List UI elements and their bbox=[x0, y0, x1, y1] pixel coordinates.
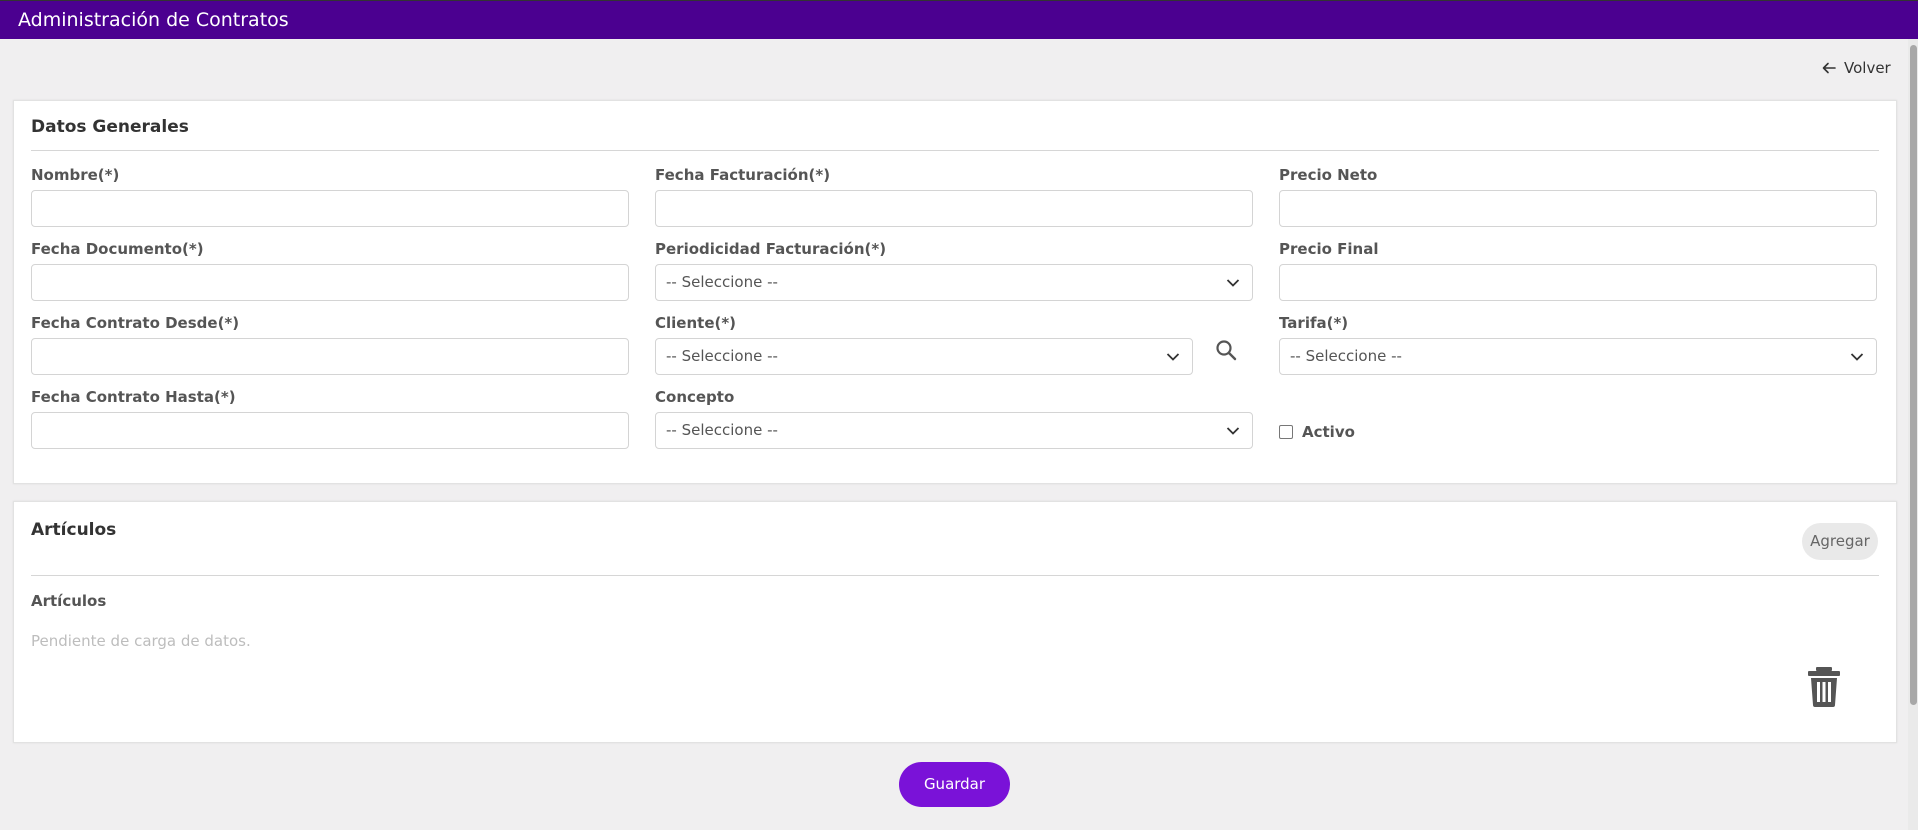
divider bbox=[31, 150, 1879, 151]
concepto-value: -- Seleccione -- bbox=[666, 421, 778, 439]
tarifa-select[interactable]: -- Seleccione -- bbox=[1279, 338, 1877, 375]
activo-label: Activo bbox=[1302, 423, 1355, 441]
general-data-title: Datos Generales bbox=[31, 117, 189, 137]
precio-neto-label: Precio Neto bbox=[1279, 166, 1378, 184]
fecha-documento-label: Fecha Documento(*) bbox=[31, 240, 204, 258]
precio-neto-input[interactable] bbox=[1279, 190, 1877, 227]
concepto-label: Concepto bbox=[655, 388, 735, 406]
empty-state-text: Pendiente de carga de datos. bbox=[31, 632, 251, 650]
concepto-select[interactable]: -- Seleccione -- bbox=[655, 412, 1253, 449]
scrollbar[interactable] bbox=[1908, 39, 1918, 830]
cliente-label: Cliente(*) bbox=[655, 314, 737, 332]
trash-icon bbox=[1808, 667, 1840, 707]
fecha-facturacion-label: Fecha Facturación(*) bbox=[655, 166, 831, 184]
activo-checkbox-row[interactable]: Activo bbox=[1279, 423, 1355, 441]
client-search-button[interactable] bbox=[1212, 336, 1240, 364]
scrollbar-thumb[interactable] bbox=[1910, 45, 1917, 705]
fecha-hasta-label: Fecha Contrato Hasta(*) bbox=[31, 388, 236, 406]
articles-subtitle: Artículos bbox=[31, 592, 107, 610]
nombre-label: Nombre(*) bbox=[31, 166, 120, 184]
periodicidad-label: Periodicidad Facturación(*) bbox=[655, 240, 887, 258]
cliente-select[interactable]: -- Seleccione -- bbox=[655, 338, 1193, 375]
activo-checkbox[interactable] bbox=[1279, 425, 1293, 439]
cliente-value: -- Seleccione -- bbox=[666, 347, 778, 365]
add-article-button[interactable]: Agregar bbox=[1802, 523, 1878, 560]
fecha-hasta-input[interactable] bbox=[31, 412, 629, 449]
save-button[interactable]: Guardar bbox=[899, 762, 1010, 807]
tarifa-label: Tarifa(*) bbox=[1279, 314, 1349, 332]
fecha-desde-input[interactable] bbox=[31, 338, 629, 375]
articles-card: Artículos Agregar Artículos Pendiente de… bbox=[13, 501, 1897, 743]
fecha-facturacion-input[interactable] bbox=[655, 190, 1253, 227]
top-bar: Administración de Contratos bbox=[0, 0, 1918, 39]
chevron-down-icon bbox=[1166, 353, 1180, 361]
back-label: Volver bbox=[1844, 59, 1891, 77]
back-button[interactable]: Volver bbox=[1822, 59, 1891, 77]
delete-button[interactable] bbox=[1806, 667, 1842, 707]
fecha-desde-label: Fecha Contrato Desde(*) bbox=[31, 314, 240, 332]
general-data-card: Datos Generales Nombre(*) Fecha Document… bbox=[13, 100, 1897, 484]
articles-title: Artículos bbox=[31, 520, 117, 540]
chevron-down-icon bbox=[1226, 427, 1240, 435]
precio-final-label: Precio Final bbox=[1279, 240, 1379, 258]
page-title: Administración de Contratos bbox=[18, 9, 289, 31]
search-icon bbox=[1216, 340, 1237, 361]
tarifa-value: -- Seleccione -- bbox=[1290, 347, 1402, 365]
fecha-documento-input[interactable] bbox=[31, 264, 629, 301]
nombre-input[interactable] bbox=[31, 190, 629, 227]
precio-final-input[interactable] bbox=[1279, 264, 1877, 301]
divider bbox=[31, 575, 1879, 576]
arrow-left-icon bbox=[1822, 62, 1836, 74]
periodicidad-value: -- Seleccione -- bbox=[666, 273, 778, 291]
chevron-down-icon bbox=[1226, 279, 1240, 287]
periodicidad-select[interactable]: -- Seleccione -- bbox=[655, 264, 1253, 301]
chevron-down-icon bbox=[1850, 353, 1864, 361]
